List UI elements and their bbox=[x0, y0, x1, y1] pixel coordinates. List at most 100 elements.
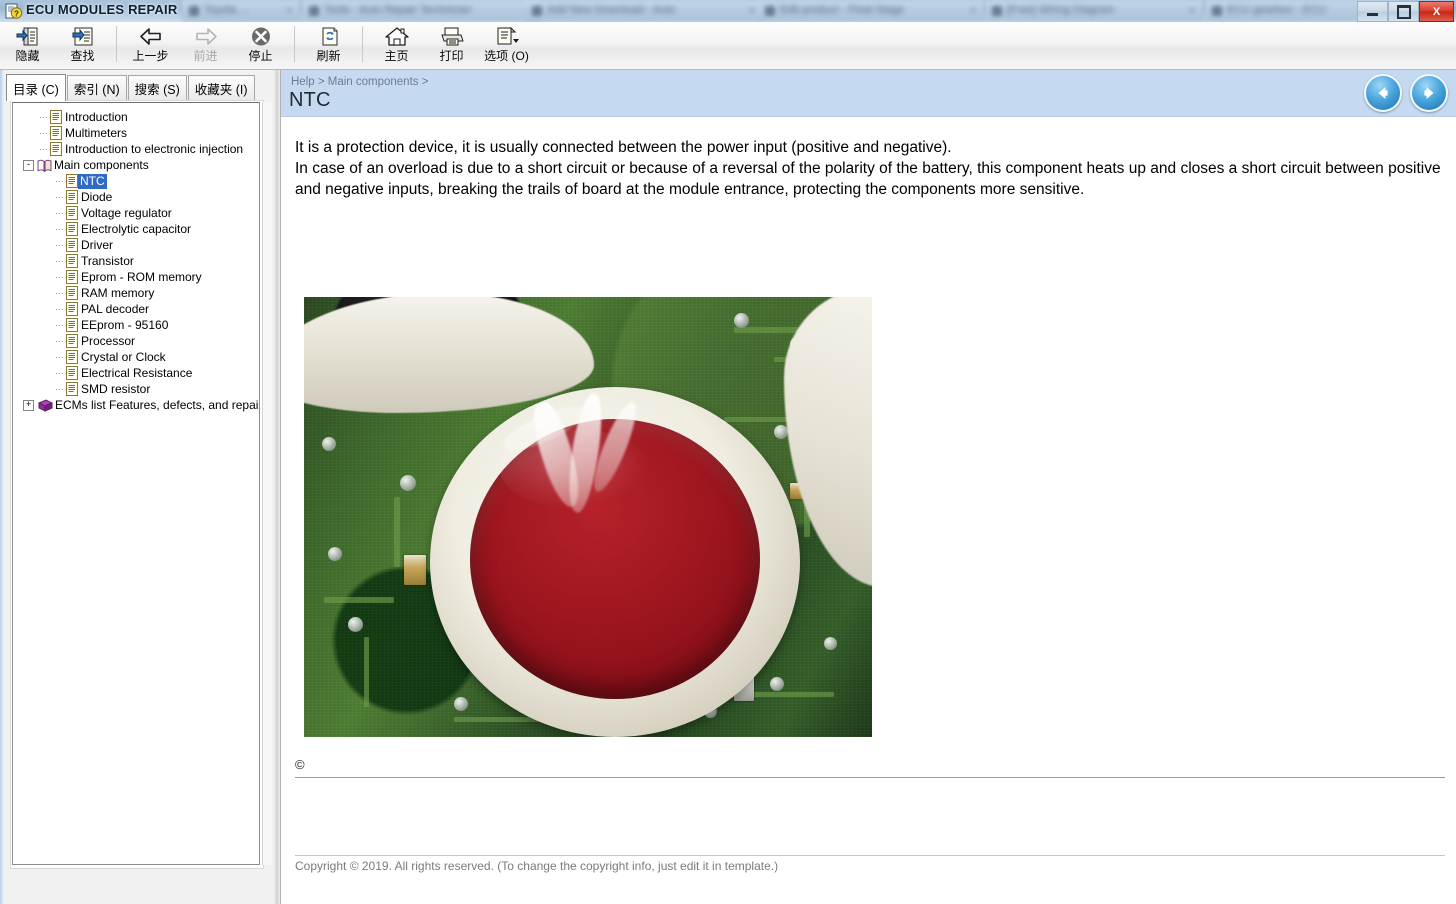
tree-guide-line: ····· bbox=[55, 352, 66, 362]
help-viewer-window: Toyota ... × Tools - Auto Repair Technicia… bbox=[0, 0, 1456, 904]
tree-guide-line: ····· bbox=[55, 192, 66, 202]
toolbar-button-locate[interactable]: 查找 bbox=[55, 23, 110, 67]
tree-item-smd-resistor[interactable]: ····· SMD resistor bbox=[13, 381, 259, 397]
topic-paragraph-2: In case of an overload is due to a short… bbox=[295, 160, 1441, 198]
tab-favicon-icon bbox=[532, 6, 542, 16]
tab-close-icon[interactable]: × bbox=[1189, 5, 1195, 17]
tab-close-icon[interactable]: × bbox=[970, 5, 976, 17]
toolbar-button-print[interactable]: 打印 bbox=[424, 23, 479, 67]
tree-item-electrolytic-capacitor[interactable]: ····· Electrolytic capacitor bbox=[13, 221, 259, 237]
pcb-trace bbox=[324, 597, 394, 603]
solder-pad bbox=[454, 697, 468, 711]
page-icon bbox=[66, 350, 78, 364]
page-icon bbox=[50, 126, 62, 140]
tab-favicon-icon bbox=[1212, 6, 1222, 16]
locate-icon bbox=[71, 25, 95, 49]
print-icon bbox=[439, 25, 465, 49]
page-icon bbox=[66, 318, 78, 332]
tree-guide-line: ····· bbox=[55, 208, 66, 218]
tree-item-introduction-to-electronic-injection[interactable]: ····· Introduction to electronic injectio… bbox=[13, 141, 259, 157]
navigation-pane: 目录 (C) 索引 (N) 搜索 (S) 收藏夹 (I) ····· Introduct… bbox=[0, 70, 273, 904]
toolbar-button-home[interactable]: 主页 bbox=[369, 23, 424, 67]
background-tab-label: Edit product - Final Stage bbox=[780, 4, 905, 16]
tree-item-eeprom-95160[interactable]: ····· EEprom - 95160 bbox=[13, 317, 259, 333]
page-icon bbox=[66, 366, 78, 380]
page-icon bbox=[66, 382, 78, 396]
page-icon bbox=[66, 286, 78, 300]
tree-guide-line: ····· bbox=[55, 176, 66, 186]
background-browser-tabstrip: Toyota ... × Tools - Auto Repair Technicia… bbox=[0, 0, 1456, 22]
toolbar-button-refresh[interactable]: 刷新 bbox=[301, 23, 356, 67]
page-icon bbox=[66, 174, 78, 188]
ntc-component-photo bbox=[304, 297, 872, 737]
tree-item-label: PAL decoder bbox=[81, 302, 150, 316]
tree-item-ntc[interactable]: ····· NTC bbox=[13, 173, 259, 189]
nav-tab-3[interactable]: 收藏夹 (I) bbox=[187, 75, 255, 100]
pcb-trace bbox=[364, 637, 369, 707]
tab-favicon-icon bbox=[765, 6, 775, 16]
tree-item-diode[interactable]: ····· Diode bbox=[13, 189, 259, 205]
tree-guide-line: ····· bbox=[55, 272, 66, 282]
tree-guide-line: ····· bbox=[55, 240, 66, 250]
toolbar-button-label: 主页 bbox=[384, 49, 409, 63]
tree-item-label: EEprom - 95160 bbox=[81, 318, 169, 332]
tree-item-main-components[interactable]: - Main components bbox=[13, 157, 259, 173]
page-icon bbox=[66, 238, 78, 252]
tree-item-ram-memory[interactable]: ····· RAM memory bbox=[13, 285, 259, 301]
tree-item-label: RAM memory bbox=[81, 286, 155, 300]
toolbar-button-forward-arrow: 前进 bbox=[178, 23, 233, 67]
toolbar-button-back-arrow[interactable]: 上一步 bbox=[123, 23, 178, 67]
contents-tree[interactable]: ····· Introduction ····· Multimeters ····· In… bbox=[12, 102, 260, 865]
tree-item-label: Electrolytic capacitor bbox=[81, 222, 192, 236]
pane-splitter[interactable] bbox=[272, 70, 281, 904]
tree-item-transistor[interactable]: ····· Transistor bbox=[13, 253, 259, 269]
tree-item-voltage-regulator[interactable]: ····· Voltage regulator bbox=[13, 205, 259, 221]
solder-pad bbox=[400, 475, 416, 491]
tree-item-driver[interactable]: ····· Driver bbox=[13, 237, 259, 253]
content-divider-top bbox=[295, 777, 1445, 778]
tree-item-processor[interactable]: ····· Processor bbox=[13, 333, 259, 349]
collapse-expander-icon[interactable]: - bbox=[23, 159, 34, 171]
toolbar-separator bbox=[116, 26, 117, 62]
topic-nav-buttons bbox=[1364, 74, 1448, 112]
tree-item-electrical-resistance[interactable]: ····· Electrical Resistance bbox=[13, 365, 259, 381]
expand-expander-icon[interactable]: + bbox=[23, 399, 34, 411]
pcb-trace bbox=[394, 497, 400, 567]
tree-guide-line: ····· bbox=[55, 224, 66, 234]
nav-tab-1[interactable]: 索引 (N) bbox=[66, 75, 127, 100]
tree-item-crystal-or-clock[interactable]: ····· Crystal or Clock bbox=[13, 349, 259, 365]
tab-close-icon[interactable]: × bbox=[286, 5, 292, 17]
background-tab-label: Tools - Auto Repair Technician bbox=[324, 4, 472, 16]
toolbar-button-options[interactable]: 选项 (O) bbox=[479, 23, 534, 67]
page-icon bbox=[66, 334, 78, 348]
tree-item-label: ECMs list Features, defects, and repair bbox=[55, 398, 260, 412]
tree-item-multimeters[interactable]: ····· Multimeters bbox=[13, 125, 259, 141]
close-button[interactable]: X bbox=[1419, 1, 1454, 22]
tab-close-icon[interactable]: × bbox=[749, 5, 755, 17]
tree-guide-line: ····· bbox=[55, 368, 66, 378]
help-toolbar: 隐藏 查找 上一步 前进 停止 刷新 主页 打印 选项 (O) bbox=[0, 22, 1456, 70]
tree-item-ecms-list-features-defects-and-repair[interactable]: + ECMs list Features, defects, and repair bbox=[13, 397, 259, 413]
toolbar-button-label: 打印 bbox=[439, 49, 464, 63]
tree-item-label: Electrical Resistance bbox=[81, 366, 193, 380]
tree-item-label: Main components bbox=[54, 158, 149, 172]
circle-right-arrow-icon[interactable] bbox=[1410, 74, 1448, 112]
tree-item-label: SMD resistor bbox=[81, 382, 151, 396]
toolbar-button-hide-pane[interactable]: 隐藏 bbox=[0, 23, 55, 67]
page-icon bbox=[50, 110, 62, 124]
page-title: NTC bbox=[289, 89, 331, 111]
tree-item-pal-decoder[interactable]: ····· PAL decoder bbox=[13, 301, 259, 317]
minimize-button[interactable] bbox=[1357, 1, 1388, 22]
image-copyright-symbol: © bbox=[295, 757, 305, 772]
tree-item-eprom-rom-memory[interactable]: ····· Eprom - ROM memory bbox=[13, 269, 259, 285]
tree-item-label: Driver bbox=[81, 238, 113, 252]
background-tab-label: Add New Download - Auto bbox=[547, 4, 676, 16]
circle-left-arrow-icon[interactable] bbox=[1364, 74, 1402, 112]
tree-guide-line: ····· bbox=[55, 288, 66, 298]
nav-tab-0[interactable]: 目录 (C) bbox=[6, 74, 66, 101]
nav-tab-2[interactable]: 搜索 (S) bbox=[127, 75, 187, 100]
toolbar-button-label: 查找 bbox=[70, 49, 95, 63]
toolbar-button-stop[interactable]: 停止 bbox=[233, 23, 288, 67]
tree-item-introduction[interactable]: ····· Introduction bbox=[13, 109, 259, 125]
maximize-button[interactable] bbox=[1388, 1, 1419, 22]
